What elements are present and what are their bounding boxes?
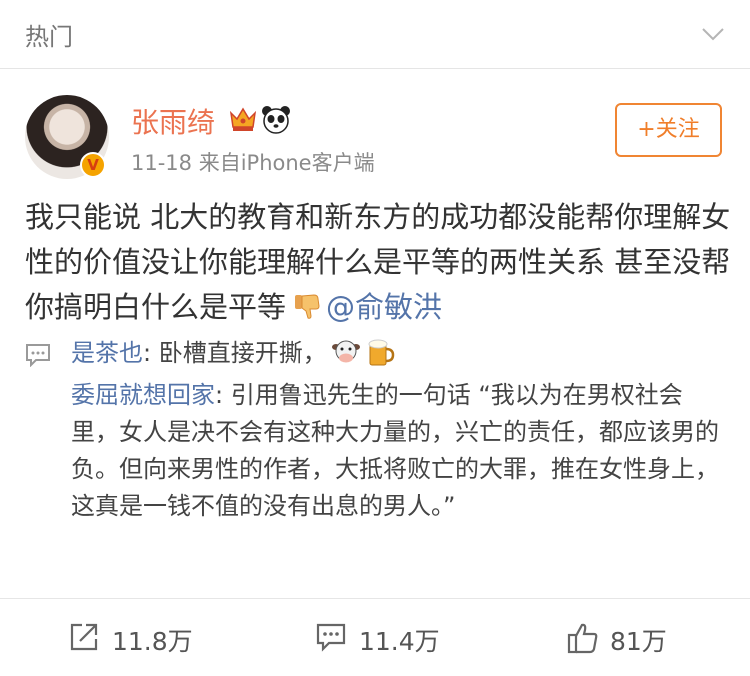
panda-icon xyxy=(262,106,290,134)
beer-emoji xyxy=(368,339,394,366)
comment-separator: : xyxy=(143,339,159,367)
repost-count: 11.8万 xyxy=(112,627,193,656)
comment-icon xyxy=(316,623,346,652)
comment-separator: : xyxy=(215,381,231,409)
comment-text: 卧槽直接开撕， xyxy=(158,339,327,367)
repost-icon xyxy=(70,623,98,651)
cow-emoji xyxy=(331,340,360,363)
mention-link[interactable]: @俞敏洪 xyxy=(326,290,442,324)
username[interactable]: 张雨绮 xyxy=(131,101,215,141)
comment-user[interactable]: 委屈就想回家 xyxy=(71,381,215,409)
post-body: 我只能说 北大的教育和新东方的成功都没能帮你理解女性的价值没让你能理解什么是平等… xyxy=(25,195,737,330)
post-meta: 11-18 来自iPhone客户端 xyxy=(131,151,375,175)
thumbs-down-emoji xyxy=(295,294,320,319)
top-bar: 热门 xyxy=(0,0,750,69)
comment-count: 11.4万 xyxy=(359,627,440,656)
comment-icon xyxy=(26,344,50,367)
like-icon xyxy=(567,623,598,654)
comment-button[interactable]: 11.4万 xyxy=(315,621,455,657)
like-button[interactable]: 81万 xyxy=(566,621,696,657)
section-title: 热门 xyxy=(25,23,73,51)
list-item: 委屈就想回家: 引用鲁迅先生的一句话 “我以为在男权社会里，女人是决不会有这种大… xyxy=(71,377,729,525)
verified-badge-icon: V xyxy=(80,152,106,178)
action-bar: 11.8万 11.4万 81万 xyxy=(0,598,750,676)
follow-button[interactable]: +关注 xyxy=(615,103,722,157)
like-count: 81万 xyxy=(610,627,667,656)
repost-button[interactable]: 11.8万 xyxy=(68,621,208,657)
chevron-down-icon[interactable] xyxy=(701,25,725,43)
crown-icon xyxy=(229,107,257,131)
comment-user[interactable]: 是茶也 xyxy=(71,339,143,367)
list-item: 是茶也: 卧槽直接开撕， xyxy=(71,335,731,372)
